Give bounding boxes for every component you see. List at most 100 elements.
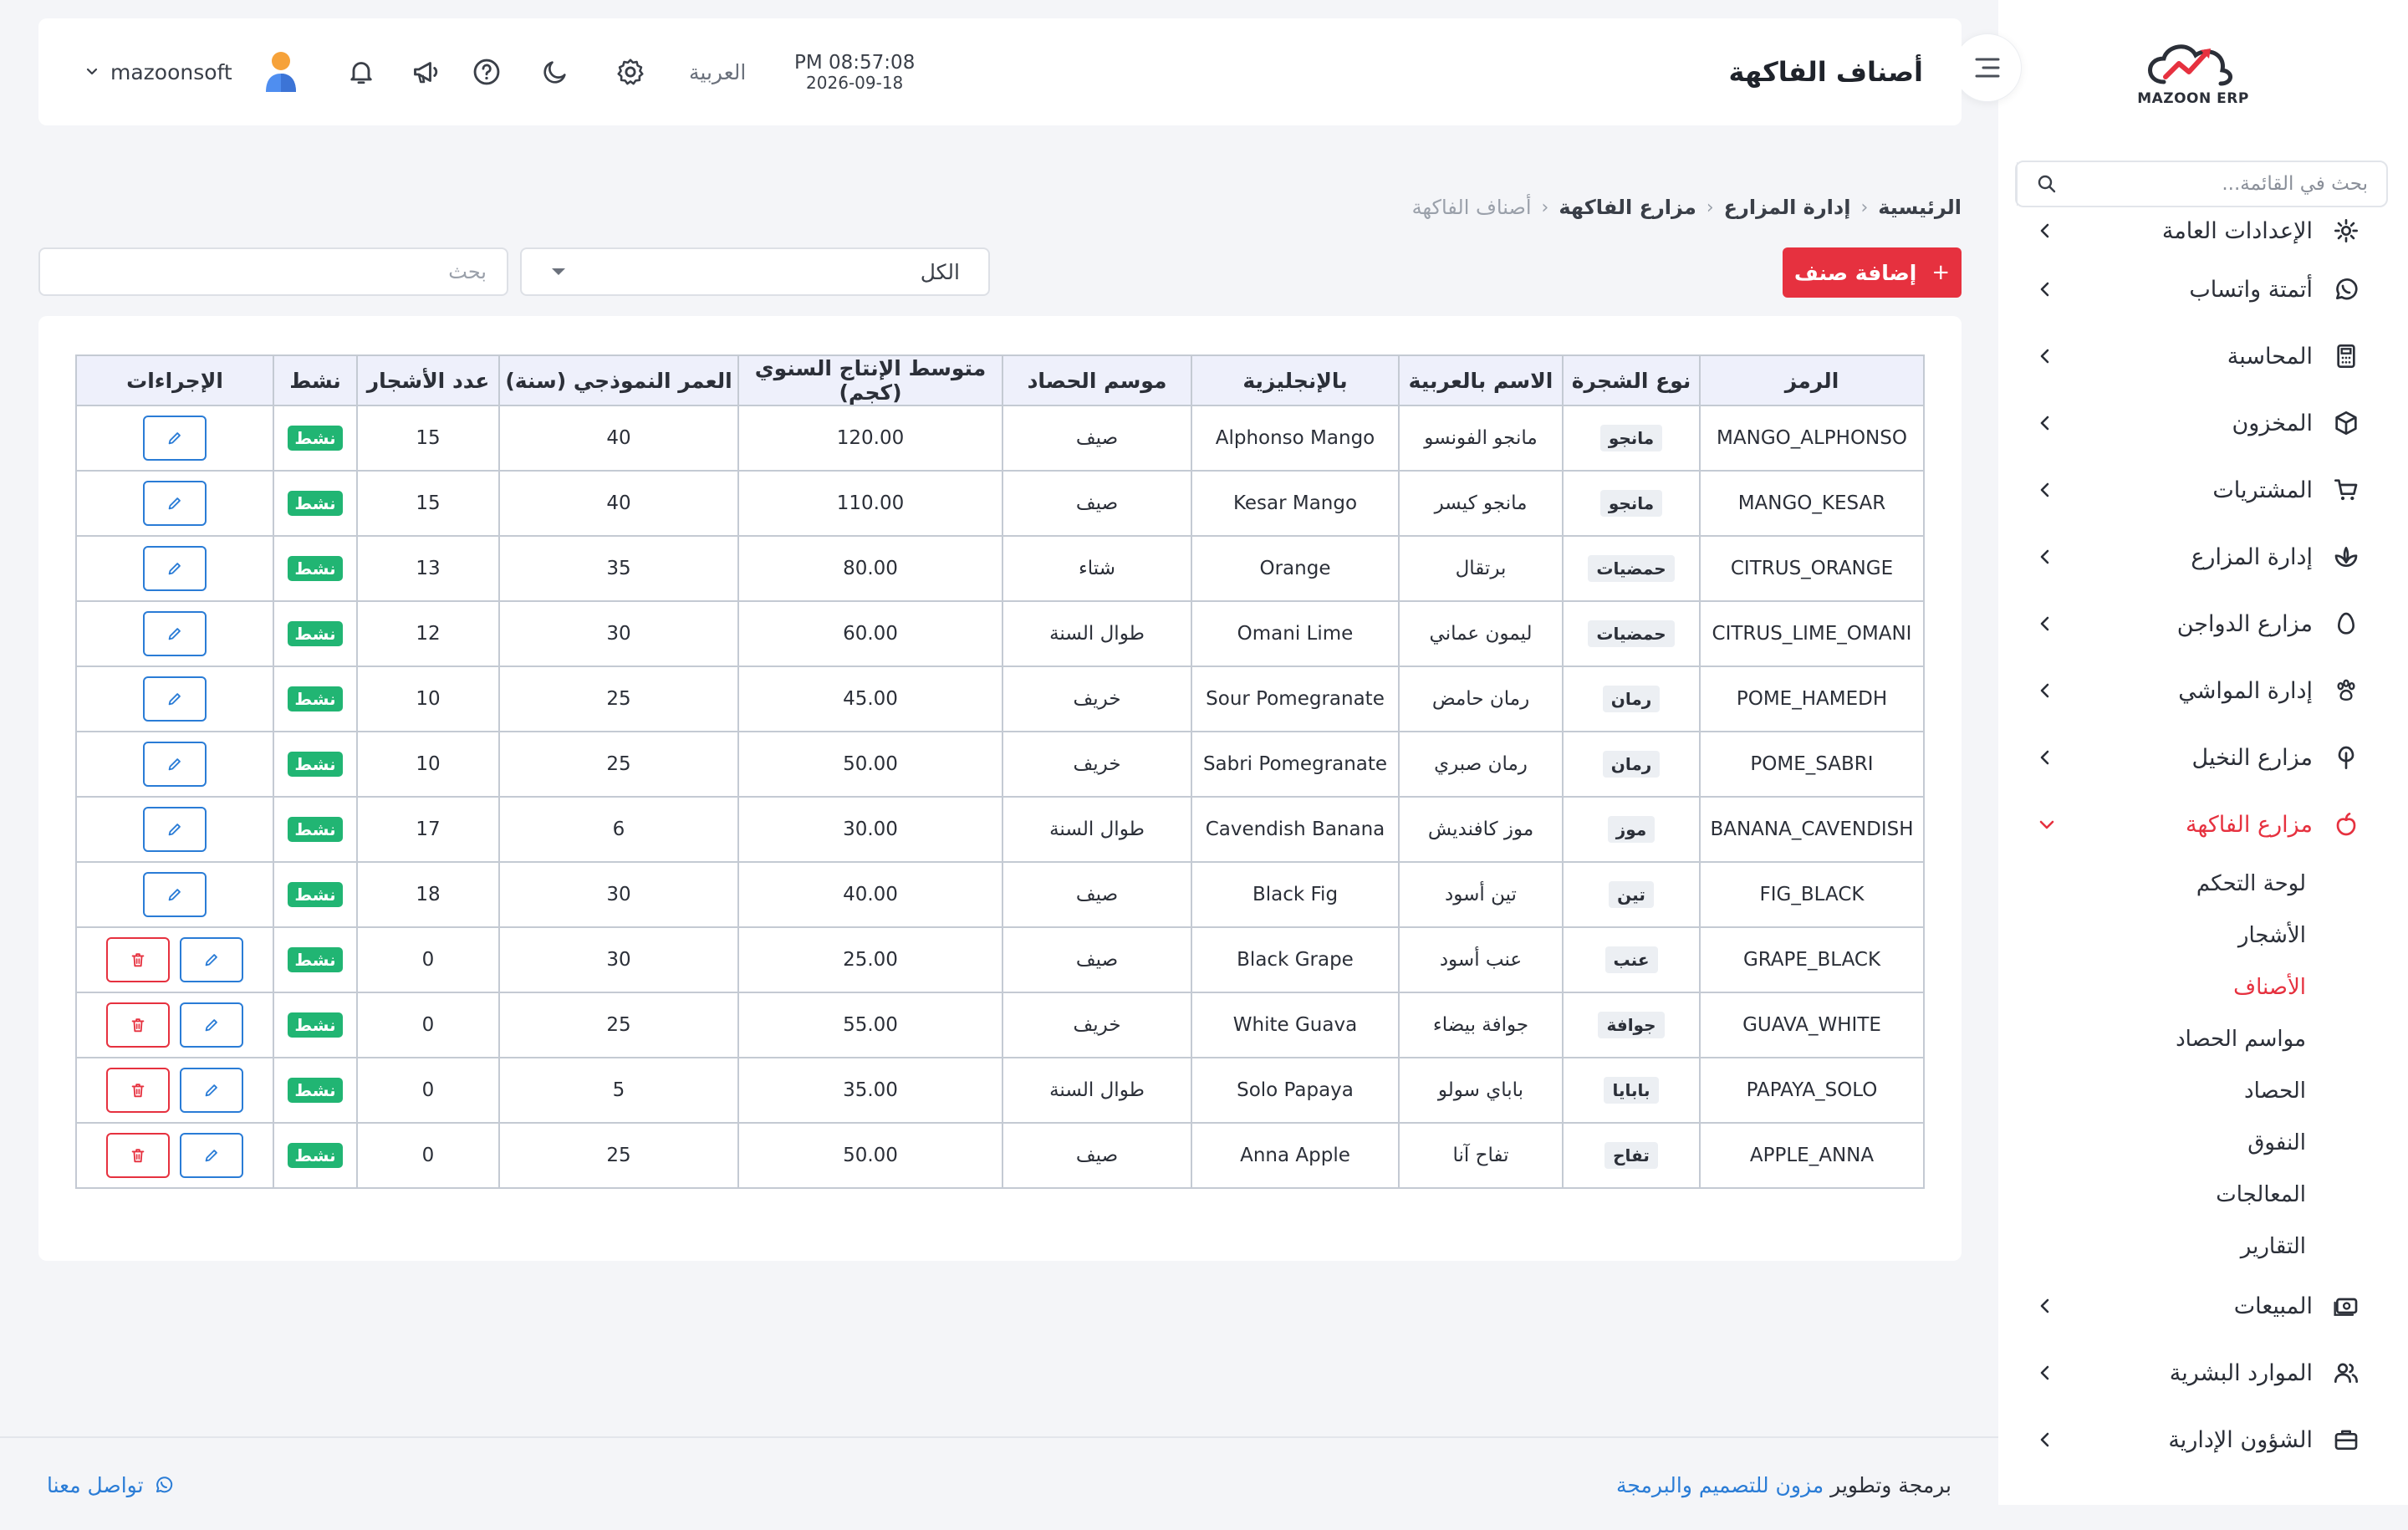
column-header[interactable]: نشط — [273, 354, 358, 406]
language-switch[interactable]: العربية — [689, 18, 746, 125]
cell-typical-age: 25 — [498, 666, 739, 732]
chevron-left-icon — [2038, 415, 2052, 431]
sidebar-toggle-button[interactable] — [1953, 33, 2022, 102]
cell-harvest-season: صيف — [1002, 405, 1192, 472]
edit-button[interactable] — [143, 872, 207, 917]
cell-name-en: Alphonso Mango — [1191, 405, 1400, 472]
cell-name-en: Kesar Mango — [1191, 470, 1400, 537]
sidebar-item-label: مزارع الدواجن — [2176, 610, 2313, 637]
chevron-left-icon — [2038, 1298, 2052, 1314]
cell-tree-count: 15 — [356, 405, 500, 472]
cell-code[interactable]: POME_HAMEDH — [1699, 666, 1925, 732]
type-filter-select[interactable]: الكل — [520, 247, 990, 296]
sidebar-search-input[interactable] — [2075, 162, 2386, 206]
table-row: GRAPE_BLACK عنب عنب أسود Black Grape صيف 25.0… — [75, 926, 1925, 993]
delete-button[interactable] — [106, 1002, 170, 1048]
egg-icon — [2331, 609, 2361, 639]
sidebar-item-farm-management[interactable]: إدارة المزارع — [1998, 523, 2408, 590]
cell-code[interactable]: CITRUS_ORANGE — [1699, 535, 1925, 602]
column-header[interactable]: متوسط الإنتاج السنوي (كجم) — [737, 354, 1003, 406]
cell-code[interactable]: BANANA_CAVENDISH — [1699, 796, 1925, 863]
submenu-item-harvest-seasons[interactable]: مواسم الحصاد — [1998, 1013, 2306, 1065]
edit-button[interactable] — [180, 1133, 243, 1178]
row-actions — [77, 1133, 273, 1178]
row-actions — [77, 872, 273, 917]
sidebar-item-fruit-farms[interactable]: مزارع الفاكهة — [1998, 791, 2408, 858]
sidebar-item-whatsapp[interactable]: أتمتة واتساب — [1998, 256, 2408, 323]
submenu-item-treatments[interactable]: المعالجات — [1998, 1169, 2306, 1221]
delete-button[interactable] — [106, 1068, 170, 1113]
table-row: PAPAYA_SOLO بابايا باباي سولو Solo Papaya طو… — [75, 1057, 1925, 1124]
cell-code[interactable]: POME_SABRI — [1699, 731, 1925, 798]
breadcrumb-farm-management[interactable]: إدارة المزارع — [1724, 196, 1851, 219]
column-header[interactable]: عدد الأشجار — [356, 354, 500, 406]
breadcrumb-home[interactable]: الرئيسية — [1878, 196, 1962, 219]
sidebar-item-admin-affairs[interactable]: الشؤون الإدارية — [1998, 1406, 2408, 1473]
edit-button[interactable] — [180, 1002, 243, 1048]
sidebar-item-purchases[interactable]: المشتريات — [1998, 456, 2408, 523]
sidebar-item-poultry-farms[interactable]: مزارع الدواجن — [1998, 590, 2408, 657]
column-header[interactable]: بالإنجليزية — [1191, 354, 1400, 406]
column-header[interactable]: نوع الشجرة — [1562, 354, 1701, 406]
cell-harvest-season: طوال السنة — [1002, 796, 1192, 863]
submenu-item-dashboard[interactable]: لوحة التحكم — [1998, 858, 2306, 910]
user-menu[interactable]: mazoonsoft — [80, 18, 299, 125]
table-search-input[interactable] — [40, 249, 507, 294]
pencil-icon — [166, 625, 184, 643]
cell-active: نشط — [273, 861, 358, 928]
edit-button[interactable] — [143, 742, 207, 787]
delete-button[interactable] — [106, 1133, 170, 1178]
bell-icon[interactable] — [344, 55, 378, 89]
sidebar-item-accounting[interactable]: المحاسبة — [1998, 323, 2408, 390]
help-icon[interactable] — [470, 55, 503, 89]
settings-icon[interactable] — [614, 55, 647, 89]
edit-button[interactable] — [143, 546, 207, 591]
cell-code[interactable]: FIG_BLACK — [1699, 861, 1925, 928]
submenu-item-varieties[interactable]: الأصناف — [1998, 961, 2306, 1013]
submenu-item-trees[interactable]: الأشجار — [1998, 910, 2306, 961]
tree-type-badge: رمان — [1602, 751, 1661, 778]
submenu-item-reports[interactable]: التقارير — [1998, 1221, 2306, 1272]
logo[interactable]: MAZOON ERP — [2130, 33, 2256, 117]
caret-down-icon — [550, 267, 567, 277]
add-variety-button[interactable]: + إضافة صنف — [1783, 247, 1962, 298]
sidebar-item-hr[interactable]: الموارد البشرية — [1998, 1339, 2408, 1406]
cell-actions — [75, 666, 274, 732]
submenu-item-mortality[interactable]: النفوق — [1998, 1117, 2306, 1169]
cell-code[interactable]: MANGO_KESAR — [1699, 470, 1925, 537]
footer-company-link[interactable]: مزون للتصميم والبرمجة — [1616, 1473, 1824, 1497]
search-icon[interactable] — [2017, 162, 2075, 206]
cell-code[interactable]: PAPAYA_SOLO — [1699, 1057, 1925, 1124]
column-header[interactable]: العمر النموذجي (سنة) — [498, 354, 739, 406]
edit-button[interactable] — [143, 807, 207, 852]
submenu-item-harvest[interactable]: الحصاد — [1998, 1065, 2306, 1117]
megaphone-icon[interactable] — [410, 55, 443, 89]
delete-button[interactable] — [106, 937, 170, 982]
row-actions — [77, 937, 273, 982]
sidebar-item-general-settings[interactable]: الإعدادات العامة — [1998, 206, 2408, 256]
edit-button[interactable] — [180, 1068, 243, 1113]
column-header[interactable]: الاسم بالعربية — [1398, 354, 1564, 406]
cell-code[interactable]: APPLE_ANNA — [1699, 1122, 1925, 1189]
edit-button[interactable] — [180, 937, 243, 982]
breadcrumb-fruit-farms[interactable]: مزارع الفاكهة — [1559, 196, 1696, 219]
contact-us-link[interactable]: تواصل معنا — [47, 1438, 184, 1530]
sidebar-item-inventory[interactable]: المخزون — [1998, 390, 2408, 456]
sidebar-item-palm-farms[interactable]: مزارع النخيل — [1998, 724, 2408, 791]
sidebar-item-sales[interactable]: المبيعات — [1998, 1272, 2408, 1339]
edit-button[interactable] — [143, 481, 207, 526]
cell-code[interactable]: MANGO_ALPHONSO — [1699, 405, 1925, 472]
sidebar-item-livestock[interactable]: إدارة المواشي — [1998, 657, 2408, 724]
cell-code[interactable]: GRAPE_BLACK — [1699, 926, 1925, 993]
whatsapp-icon — [2331, 274, 2361, 304]
cell-tree-count: 18 — [356, 861, 500, 928]
dark-mode-icon[interactable] — [538, 55, 572, 89]
column-header[interactable]: الرمز — [1699, 354, 1925, 406]
cell-code[interactable]: GUAVA_WHITE — [1699, 992, 1925, 1058]
edit-button[interactable] — [143, 676, 207, 722]
edit-button[interactable] — [143, 416, 207, 461]
cell-code[interactable]: CITRUS_LIME_OMANI — [1699, 600, 1925, 667]
edit-button[interactable] — [143, 611, 207, 656]
column-header[interactable]: موسم الحصاد — [1002, 354, 1192, 406]
status-badge: نشط — [288, 1078, 343, 1103]
